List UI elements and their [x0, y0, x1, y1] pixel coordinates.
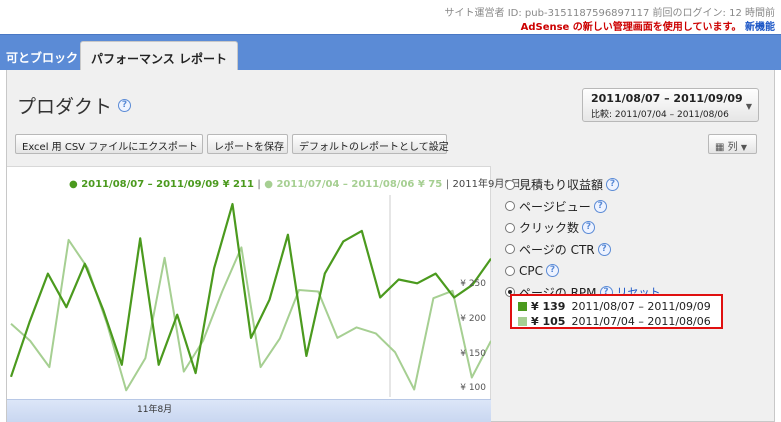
- series-line-current: [9, 202, 491, 378]
- y-tick-label: ¥ 150: [460, 349, 486, 359]
- series-swatch: [518, 302, 527, 311]
- metric-label: クリック数: [519, 221, 580, 236]
- radio-button[interactable]: [505, 179, 515, 190]
- new-ui-notice: AdSense の新しい管理画面を使用しています。 新機能: [521, 18, 775, 33]
- report-panel: プロダクト? 2011/08/07 – 2011/09/09 比較: 2011/…: [6, 70, 775, 422]
- columns-label: 列: [727, 142, 738, 153]
- metric-label: ページビュー: [519, 199, 591, 214]
- rpm-value: ¥ 139: [531, 300, 566, 313]
- tab-performance-reports[interactable]: パフォーマンス レポート: [80, 41, 238, 71]
- metric-selector: 見積もり収益額 ? ページビュー ? クリック数 ? ページの CTR ? CP…: [505, 174, 775, 303]
- metric-option-clicks[interactable]: クリック数 ?: [505, 217, 775, 239]
- rpm-summary-row: ¥ 105 2011/07/04 – 2011/08/06: [518, 315, 711, 328]
- help-icon[interactable]: ?: [582, 221, 596, 235]
- metric-option-page-views[interactable]: ページビュー ?: [505, 196, 775, 218]
- columns-button[interactable]: ▦ 列 ▼: [708, 134, 757, 154]
- metric-label: CPC: [519, 263, 543, 278]
- export-csv-button[interactable]: Excel 用 CSV ファイルにエクスポート: [15, 134, 203, 154]
- help-icon[interactable]: ?: [593, 199, 607, 213]
- metric-label: 見積もり収益額: [519, 178, 604, 193]
- radio-button[interactable]: [505, 244, 515, 255]
- rpm-value: ¥ 105: [531, 315, 566, 328]
- rpm-range: 2011/08/07 – 2011/09/09: [571, 300, 711, 313]
- rpm-summary-row: ¥ 139 2011/08/07 – 2011/09/09: [518, 300, 711, 313]
- metric-option-estimated-earnings[interactable]: 見積もり収益額 ?: [505, 174, 775, 196]
- radio-button[interactable]: [505, 201, 515, 212]
- series-line-previous: [10, 238, 491, 392]
- performance-chart: ● 2011/08/07 – 2011/09/09 ¥ 211 | ● 2011…: [7, 166, 521, 422]
- whats-new-link[interactable]: 新機能: [745, 22, 775, 33]
- tab-bar: 可とブロック パフォーマンス レポート: [0, 34, 781, 71]
- y-tick-label: ¥ 100: [460, 383, 486, 393]
- radio-button[interactable]: [505, 265, 515, 276]
- y-tick-label: ¥ 200: [460, 314, 486, 324]
- metric-option-cpc[interactable]: CPC ?: [505, 260, 775, 282]
- chevron-down-icon: ▼: [745, 102, 752, 111]
- table-icon: ▦: [715, 142, 725, 153]
- metric-label: ページの CTR: [519, 242, 595, 257]
- series-swatch: [518, 317, 527, 326]
- page-title: プロダクト?: [17, 92, 132, 119]
- radio-button[interactable]: [505, 222, 515, 233]
- page-title-text: プロダクト: [17, 96, 113, 118]
- set-default-report-button[interactable]: デフォルトのレポートとして設定: [292, 134, 449, 154]
- help-icon[interactable]: ?: [118, 99, 132, 112]
- date-range-main: 2011/08/07 – 2011/09/09: [591, 92, 743, 105]
- metric-option-page-ctr[interactable]: ページの CTR ?: [505, 239, 775, 261]
- rpm-range: 2011/07/04 – 2011/08/06: [571, 315, 711, 328]
- help-icon[interactable]: ?: [546, 264, 559, 278]
- line-chart: [9, 195, 491, 397]
- x-axis-range-strip[interactable]: 11年8月: [7, 399, 491, 422]
- date-range-picker[interactable]: 2011/08/07 – 2011/09/09 比較: 2011/07/04 –…: [582, 88, 759, 122]
- notice-text: AdSense の新しい管理画面を使用しています。: [520, 22, 742, 33]
- help-icon[interactable]: ?: [606, 178, 620, 192]
- y-tick-label: ¥ 250: [460, 279, 486, 289]
- date-range-compare: 比較: 2011/07/04 – 2011/08/06: [591, 110, 729, 120]
- tab-allow-block[interactable]: 可とブロック: [0, 41, 88, 71]
- help-icon[interactable]: ?: [597, 242, 611, 256]
- chart-legend: ● 2011/08/07 – 2011/09/09 ¥ 211 | ● 2011…: [69, 175, 521, 190]
- rpm-summary-box: ¥ 139 2011/08/07 – 2011/09/09 ¥ 105 2011…: [510, 294, 723, 329]
- save-report-button[interactable]: レポートを保存: [207, 134, 288, 154]
- publisher-info: サイト運営者 ID: pub-3151187596897117 前回のログイン:…: [444, 8, 775, 19]
- chevron-down-icon: ▼: [740, 143, 747, 152]
- x-axis-month-label: 11年8月: [137, 405, 173, 415]
